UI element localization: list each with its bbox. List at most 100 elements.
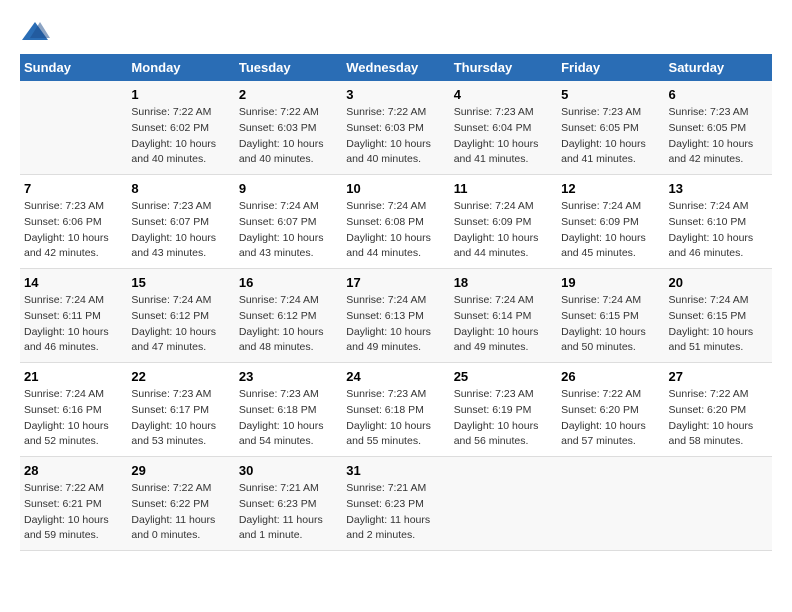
calendar-cell: 19 Sunrise: 7:24 AM Sunset: 6:15 PM Dayli… — [557, 269, 664, 363]
calendar-cell: 12Sunrise: 7:24 AM Sunset: 6:09 PM Dayli… — [557, 175, 664, 269]
calendar-cell: 30Sunrise: 7:21 AM Sunset: 6:23 PM Dayli… — [235, 457, 342, 551]
day-number: 6 — [669, 87, 768, 102]
column-header-friday: Friday — [557, 54, 664, 81]
calendar-cell: 28 Sunrise: 7:22 AM Sunset: 6:21 PM Dayli… — [20, 457, 127, 551]
day-number: 23 — [239, 369, 338, 384]
day-info: Sunrise: 7:24 AM Sunset: 6:12 PM Dayligh… — [239, 293, 338, 356]
day-number: 8 — [131, 181, 230, 196]
day-info: Sunrise: 7:22 AM Sunset: 6:20 PM Dayligh… — [561, 387, 660, 450]
day-info: Sunrise: 7:23 AM Sunset: 6:17 PM Dayligh… — [131, 387, 230, 450]
day-number: 20 — [669, 275, 768, 290]
column-header-wednesday: Wednesday — [342, 54, 449, 81]
calendar-cell: 8 Sunrise: 7:23 AM Sunset: 6:07 PM Daylig… — [127, 175, 234, 269]
day-number: 22 — [131, 369, 230, 384]
day-number: 12 — [561, 181, 660, 196]
day-info: Sunrise: 7:22 AM Sunset: 6:03 PM Dayligh… — [346, 105, 445, 168]
calendar-cell: 14 Sunrise: 7:24 AM Sunset: 6:11 PM Dayli… — [20, 269, 127, 363]
calendar-cell: 23 Sunrise: 7:23 AM Sunset: 6:18 PM Dayli… — [235, 363, 342, 457]
day-number: 30 — [239, 463, 338, 478]
day-number: 28 — [24, 463, 123, 478]
column-header-thursday: Thursday — [450, 54, 557, 81]
day-number: 29 — [131, 463, 230, 478]
column-header-sunday: Sunday — [20, 54, 127, 81]
calendar-cell: 6 Sunrise: 7:23 AM Sunset: 6:05 PM Daylig… — [665, 81, 772, 175]
day-info: Sunrise: 7:24 AM Sunset: 6:15 PM Dayligh… — [561, 293, 660, 356]
calendar-cell: 3 Sunrise: 7:22 AM Sunset: 6:03 PM Daylig… — [342, 81, 449, 175]
calendar-cell: 17Sunrise: 7:24 AM Sunset: 6:13 PM Dayli… — [342, 269, 449, 363]
calendar-cell: 2Sunrise: 7:22 AM Sunset: 6:03 PM Daylig… — [235, 81, 342, 175]
calendar-cell: 10 Sunrise: 7:24 AM Sunset: 6:08 PM Dayli… — [342, 175, 449, 269]
day-number: 4 — [454, 87, 553, 102]
week-row-2: 7 Sunrise: 7:23 AM Sunset: 6:06 PM Daylig… — [20, 175, 772, 269]
day-number: 25 — [454, 369, 553, 384]
day-number: 5 — [561, 87, 660, 102]
week-row-1: 1 Sunrise: 7:22 AM Sunset: 6:02 PM Daylig… — [20, 81, 772, 175]
calendar-cell: 1 Sunrise: 7:22 AM Sunset: 6:02 PM Daylig… — [127, 81, 234, 175]
column-header-monday: Monday — [127, 54, 234, 81]
day-info: Sunrise: 7:24 AM Sunset: 6:09 PM Dayligh… — [454, 199, 553, 262]
calendar-cell — [665, 457, 772, 551]
calendar-cell: 4 Sunrise: 7:23 AM Sunset: 6:04 PM Daylig… — [450, 81, 557, 175]
day-info: Sunrise: 7:23 AM Sunset: 6:04 PM Dayligh… — [454, 105, 553, 168]
calendar-cell — [557, 457, 664, 551]
day-number: 2 — [239, 87, 338, 102]
day-number: 27 — [669, 369, 768, 384]
day-number: 16 — [239, 275, 338, 290]
day-number: 11 — [454, 181, 553, 196]
calendar-cell: 31 Sunrise: 7:21 AM Sunset: 6:23 PM Dayli… — [342, 457, 449, 551]
day-info: Sunrise: 7:24 AM Sunset: 6:10 PM Dayligh… — [669, 199, 768, 262]
day-info: Sunrise: 7:22 AM Sunset: 6:21 PM Dayligh… — [24, 481, 123, 544]
day-number: 7 — [24, 181, 123, 196]
day-number: 15 — [131, 275, 230, 290]
day-info: Sunrise: 7:22 AM Sunset: 6:02 PM Dayligh… — [131, 105, 230, 168]
day-info: Sunrise: 7:24 AM Sunset: 6:13 PM Dayligh… — [346, 293, 445, 356]
calendar-cell: 18Sunrise: 7:24 AM Sunset: 6:14 PM Dayli… — [450, 269, 557, 363]
column-header-tuesday: Tuesday — [235, 54, 342, 81]
day-info: Sunrise: 7:24 AM Sunset: 6:07 PM Dayligh… — [239, 199, 338, 262]
day-info: Sunrise: 7:21 AM Sunset: 6:23 PM Dayligh… — [346, 481, 445, 544]
day-info: Sunrise: 7:23 AM Sunset: 6:05 PM Dayligh… — [669, 105, 768, 168]
calendar-cell: 7 Sunrise: 7:23 AM Sunset: 6:06 PM Daylig… — [20, 175, 127, 269]
calendar-cell: 29Sunrise: 7:22 AM Sunset: 6:22 PM Dayli… — [127, 457, 234, 551]
week-row-4: 21 Sunrise: 7:24 AM Sunset: 6:16 PM Dayli… — [20, 363, 772, 457]
calendar-cell: 13 Sunrise: 7:24 AM Sunset: 6:10 PM Dayli… — [665, 175, 772, 269]
day-number: 21 — [24, 369, 123, 384]
calendar-cell: 27 Sunrise: 7:22 AM Sunset: 6:20 PM Dayli… — [665, 363, 772, 457]
calendar-cell — [450, 457, 557, 551]
calendar-cell: 15 Sunrise: 7:24 AM Sunset: 6:12 PM Dayli… — [127, 269, 234, 363]
day-info: Sunrise: 7:23 AM Sunset: 6:07 PM Dayligh… — [131, 199, 230, 262]
day-info: Sunrise: 7:23 AM Sunset: 6:18 PM Dayligh… — [239, 387, 338, 450]
day-number: 31 — [346, 463, 445, 478]
day-number: 13 — [669, 181, 768, 196]
day-info: Sunrise: 7:24 AM Sunset: 6:16 PM Dayligh… — [24, 387, 123, 450]
day-info: Sunrise: 7:24 AM Sunset: 6:11 PM Dayligh… — [24, 293, 123, 356]
day-number: 3 — [346, 87, 445, 102]
calendar-header: SundayMondayTuesdayWednesdayThursdayFrid… — [20, 54, 772, 81]
calendar-cell: 9 Sunrise: 7:24 AM Sunset: 6:07 PM Daylig… — [235, 175, 342, 269]
day-info: Sunrise: 7:23 AM Sunset: 6:19 PM Dayligh… — [454, 387, 553, 450]
day-info: Sunrise: 7:23 AM Sunset: 6:18 PM Dayligh… — [346, 387, 445, 450]
week-row-5: 28 Sunrise: 7:22 AM Sunset: 6:21 PM Dayli… — [20, 457, 772, 551]
day-info: Sunrise: 7:22 AM Sunset: 6:20 PM Dayligh… — [669, 387, 768, 450]
page-header — [20, 20, 772, 44]
day-info: Sunrise: 7:24 AM Sunset: 6:08 PM Dayligh… — [346, 199, 445, 262]
logo — [20, 20, 54, 44]
calendar-body: 1 Sunrise: 7:22 AM Sunset: 6:02 PM Daylig… — [20, 81, 772, 551]
day-number: 19 — [561, 275, 660, 290]
calendar-cell: 22 Sunrise: 7:23 AM Sunset: 6:17 PM Dayli… — [127, 363, 234, 457]
column-header-saturday: Saturday — [665, 54, 772, 81]
day-number: 9 — [239, 181, 338, 196]
day-number: 18 — [454, 275, 553, 290]
calendar-table: SundayMondayTuesdayWednesdayThursdayFrid… — [20, 54, 772, 551]
day-number: 14 — [24, 275, 123, 290]
calendar-cell: 5Sunrise: 7:23 AM Sunset: 6:05 PM Daylig… — [557, 81, 664, 175]
day-number: 1 — [131, 87, 230, 102]
calendar-cell: 20Sunrise: 7:24 AM Sunset: 6:15 PM Dayli… — [665, 269, 772, 363]
calendar-cell: 24Sunrise: 7:23 AM Sunset: 6:18 PM Dayli… — [342, 363, 449, 457]
calendar-cell: 26Sunrise: 7:22 AM Sunset: 6:20 PM Dayli… — [557, 363, 664, 457]
calendar-cell: 21 Sunrise: 7:24 AM Sunset: 6:16 PM Dayli… — [20, 363, 127, 457]
day-info: Sunrise: 7:23 AM Sunset: 6:06 PM Dayligh… — [24, 199, 123, 262]
day-info: Sunrise: 7:24 AM Sunset: 6:12 PM Dayligh… — [131, 293, 230, 356]
calendar-cell: 11 Sunrise: 7:24 AM Sunset: 6:09 PM Dayli… — [450, 175, 557, 269]
day-number: 10 — [346, 181, 445, 196]
